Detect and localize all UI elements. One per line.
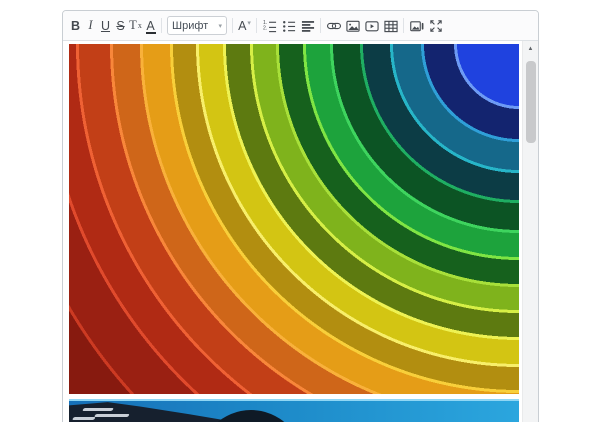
image-gallery-button[interactable] bbox=[407, 15, 426, 37]
chevron-down-icon: ▾ bbox=[247, 19, 251, 27]
fullscreen-icon bbox=[429, 19, 443, 33]
font-family-value: Шрифт bbox=[172, 20, 208, 32]
image-gallery-icon bbox=[410, 19, 424, 33]
scrollbar-thumb[interactable] bbox=[526, 61, 536, 143]
editor-toolbar: B I U S Tx A Шрифт ▾ A ▾ 1. bbox=[63, 11, 538, 41]
editor-content-area[interactable]: ▲ bbox=[63, 41, 538, 422]
font-color-label: A bbox=[146, 21, 154, 31]
ordered-list-icon: 1. 2. bbox=[263, 19, 277, 33]
table-button[interactable] bbox=[381, 15, 400, 37]
video-button[interactable] bbox=[362, 15, 381, 37]
toolbar-separator bbox=[232, 18, 233, 33]
fullscreen-button[interactable] bbox=[426, 15, 445, 37]
font-color-button[interactable]: A bbox=[143, 15, 158, 37]
rich-text-editor: B I U S Tx A Шрифт ▾ A ▾ 1. bbox=[62, 10, 539, 422]
table-icon bbox=[384, 19, 398, 33]
toolbar-separator bbox=[256, 18, 257, 33]
video-icon bbox=[365, 19, 379, 33]
align-button[interactable] bbox=[298, 15, 317, 37]
snow-patch bbox=[82, 408, 114, 411]
scrollbar-track[interactable]: ▲ bbox=[522, 41, 538, 422]
scroll-up-arrow-icon: ▲ bbox=[528, 46, 534, 52]
remove-format-sub: x bbox=[138, 21, 142, 30]
font-family-dropdown[interactable]: Шрифт ▾ bbox=[167, 16, 227, 35]
align-icon bbox=[301, 19, 315, 33]
svg-text:2.: 2. bbox=[263, 25, 267, 31]
link-icon bbox=[327, 19, 341, 33]
snow-patch bbox=[72, 417, 95, 420]
chevron-down-icon: ▾ bbox=[218, 22, 222, 30]
image-top-edge bbox=[69, 399, 519, 401]
unordered-list-icon bbox=[282, 19, 296, 33]
italic-button[interactable]: I bbox=[83, 15, 98, 37]
rainbow-image[interactable] bbox=[69, 44, 519, 394]
underline-button[interactable]: U bbox=[98, 15, 113, 37]
page: B I U S Tx A Шрифт ▾ A ▾ 1. bbox=[0, 0, 600, 422]
bold-button[interactable]: B bbox=[68, 15, 83, 37]
font-size-button[interactable]: A ▾ bbox=[236, 15, 253, 37]
font-color-swatch bbox=[146, 32, 156, 34]
unordered-list-button[interactable] bbox=[279, 15, 298, 37]
remove-format-button[interactable]: Tx bbox=[128, 15, 143, 37]
toolbar-separator bbox=[403, 18, 404, 33]
landscape-image[interactable] bbox=[69, 399, 519, 422]
snow-patch bbox=[94, 414, 129, 417]
font-size-label: A bbox=[238, 19, 246, 33]
toolbar-separator bbox=[320, 18, 321, 33]
image-icon bbox=[346, 19, 360, 33]
toolbar-separator bbox=[161, 18, 162, 33]
ordered-list-button[interactable]: 1. 2. bbox=[260, 15, 279, 37]
scroll-up-button[interactable]: ▲ bbox=[523, 41, 538, 57]
remove-format-label: T bbox=[129, 18, 137, 33]
link-button[interactable] bbox=[324, 15, 343, 37]
image-button[interactable] bbox=[343, 15, 362, 37]
strike-button[interactable]: S bbox=[113, 15, 128, 37]
